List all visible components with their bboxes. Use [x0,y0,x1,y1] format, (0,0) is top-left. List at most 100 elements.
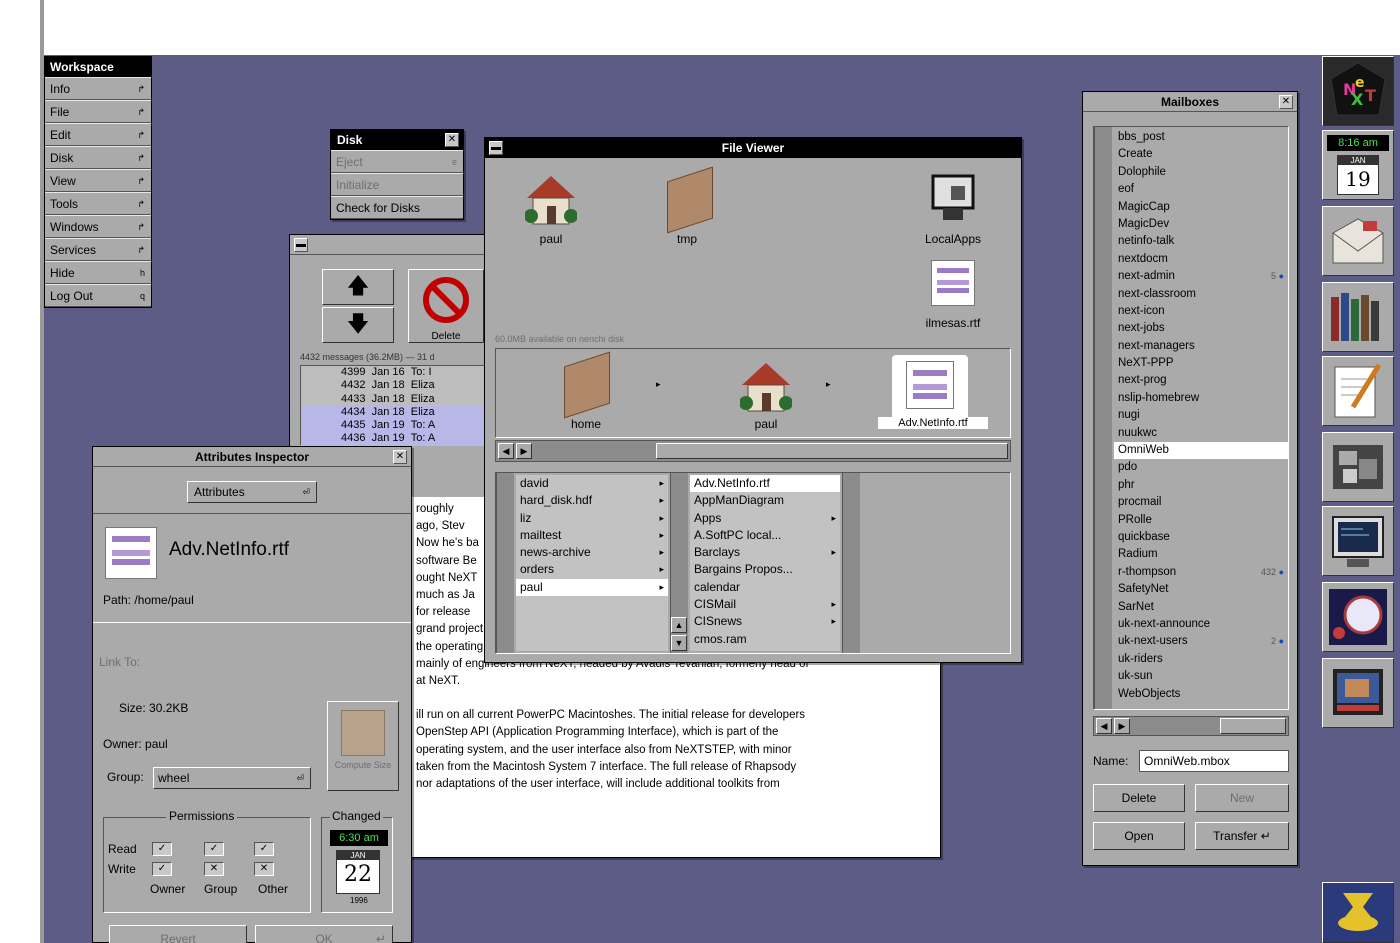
scroll-right-icon[interactable]: ▶ [516,443,532,459]
menu-item-eject[interactable]: Eject e [331,150,463,173]
path-rtf-icon[interactable] [892,355,968,421]
group-write-checkbox[interactable]: ✕ [204,862,224,876]
owner-write-checkbox[interactable]: ✓ [152,862,172,876]
mailbox-item[interactable]: nslip-homebrew [1114,390,1288,407]
menu-item-info[interactable]: Info ↱ [45,77,151,100]
other-write-checkbox[interactable]: ✕ [254,862,274,876]
mailbox-hscroll[interactable]: ◀ ▶ [1093,716,1289,736]
library-icon[interactable] [1322,282,1394,352]
mailbox-item[interactable]: Dolophile [1114,164,1288,181]
delete-message-button[interactable]: Delete [408,269,484,343]
table-row[interactable]: 4436 Jan 19 To: A [301,432,495,446]
miniaturize-icon[interactable]: ▬ [489,141,503,155]
menu-item-file[interactable]: File ↱ [45,100,151,123]
mailbox-item[interactable]: nextdocm [1114,251,1288,268]
horizontal-scrollbar[interactable]: ◀ ▶ [495,440,1011,462]
menu-item-disk[interactable]: Disk ↱ [45,146,151,169]
scroll-knob[interactable] [656,443,1008,459]
close-icon[interactable]: ✕ [445,133,459,147]
mailbox-item[interactable]: NeXT-PPP [1114,355,1288,372]
new-mailbox-button[interactable]: New [1195,784,1289,812]
menu-item-log-out[interactable]: Log Out q [45,284,151,307]
scroll-knob[interactable] [1220,718,1286,734]
previous-message-button[interactable]: 🡅 [322,269,394,305]
menu-item-windows[interactable]: Windows ↱ [45,215,151,238]
browser-item[interactable]: calendar [690,579,840,596]
mailbox-item[interactable]: SafetyNet [1114,581,1288,598]
mailbox-item[interactable]: uk-riders [1114,651,1288,668]
group-popup[interactable]: wheel ⏎ [153,767,311,789]
edit-icon[interactable] [1322,356,1394,426]
mailbox-item[interactable]: netinfo-talk [1114,233,1288,250]
mailbox-item[interactable]: nugi [1114,407,1288,424]
workspace-icon[interactable] [1322,432,1394,502]
shelf-house-icon[interactable] [524,172,578,228]
mailbox-item[interactable]: next-prog [1114,372,1288,389]
browser-item[interactable]: liz ▸ [516,510,668,527]
browser-item[interactable]: hard_disk.hdf ▸ [516,492,668,509]
menu-item-hide[interactable]: Hide h [45,261,151,284]
mailbox-item[interactable]: next-admin 5 ● [1114,268,1288,285]
mailbox-item[interactable]: Radium [1114,546,1288,563]
table-row[interactable]: 4399 Jan 16 To: I [301,366,495,379]
mailbox-item[interactable]: next-managers [1114,338,1288,355]
mailbox-item[interactable]: bbs_post [1114,129,1288,146]
mailbox-item[interactable]: Create [1114,146,1288,163]
menu-item-check-for-disks[interactable]: Check for Disks [331,196,463,219]
next-logo-icon[interactable]: NeXT [1322,56,1394,126]
compute-size-button[interactable]: Compute Size [327,701,399,791]
mailbox-item[interactable]: pdo [1114,459,1288,476]
scroll-down-icon[interactable]: ▼ [671,635,687,651]
path-house-icon[interactable] [739,359,793,415]
mailbox-item[interactable]: OmniWeb [1114,442,1288,460]
table-row[interactable]: 4435 Jan 19 To: A [301,419,495,433]
scroll-up-icon[interactable]: ▲ [671,617,687,633]
mailbox-item[interactable]: uk-next-users 2 ● [1114,633,1288,650]
mailbox-item[interactable]: next-classroom [1114,286,1288,303]
transfer-button[interactable]: Transfer ↵ [1195,822,1289,850]
genie-icon[interactable] [1322,882,1394,943]
browser-item[interactable]: orders ▸ [516,561,668,578]
browser-item[interactable]: news-archive ▸ [516,544,668,561]
mailbox-item[interactable]: procmail [1114,494,1288,511]
browser-item[interactable]: CISMail ▸ [690,596,840,613]
owner-read-checkbox[interactable]: ✓ [152,842,172,856]
revert-button[interactable]: Revert [109,925,247,943]
table-row[interactable]: 4434 Jan 18 Eliza [301,405,495,420]
next-message-button[interactable]: 🡇 [322,307,394,343]
menu-item-view[interactable]: View ↱ [45,169,151,192]
mailbox-item[interactable]: uk-next-announce [1114,616,1288,633]
clock-icon[interactable]: 8:16 am JAN 19 [1322,130,1394,200]
mailbox-scroller[interactable] [1094,127,1112,709]
browser-scroller-3[interactable] [842,473,860,653]
scroll-right-icon[interactable]: ▶ [1114,718,1130,734]
mailbox-item[interactable]: next-jobs [1114,320,1288,337]
menu-item-services[interactable]: Services ↱ [45,238,151,261]
terminal-icon[interactable] [1322,506,1394,576]
browser-scroller-2[interactable]: ▲ ▼ [670,473,688,653]
mailbox-item[interactable]: uk-sun [1114,668,1288,685]
mailbox-item[interactable]: WebObjects [1114,686,1288,703]
mailbox-item[interactable]: r-thompson 432 ● [1114,564,1288,581]
other-read-checkbox[interactable]: ✓ [254,842,274,856]
browser-item[interactable]: Bargains Propos... [690,561,840,578]
mailbox-item[interactable]: next-icon [1114,303,1288,320]
mailbox-item[interactable]: phr [1114,477,1288,494]
scroll-left-icon[interactable]: ◀ [1096,718,1112,734]
path-folder-icon[interactable] [564,351,610,419]
close-icon[interactable]: ✕ [393,450,407,464]
ok-button[interactable]: OK ↵ [255,925,393,943]
delete-mailbox-button[interactable]: Delete [1093,784,1185,812]
browser-item[interactable]: Barclays ▸ [690,544,840,561]
browser-scroller-1[interactable] [496,473,514,653]
mailbox-name-field[interactable] [1139,750,1289,772]
group-read-checkbox[interactable]: ✓ [204,842,224,856]
miniaturize-icon[interactable]: ▬ [294,238,308,252]
menu-item-edit[interactable]: Edit ↱ [45,123,151,146]
open-mailbox-button[interactable]: Open [1093,822,1185,850]
table-row[interactable]: 4433 Jan 18 Eliza [301,393,495,406]
browser-item[interactable]: A.SoftPC local... [690,527,840,544]
mailbox-item[interactable]: nuukwc [1114,425,1288,442]
local-apps-icon[interactable] [929,172,979,226]
mailbox-item[interactable]: eof [1114,181,1288,198]
